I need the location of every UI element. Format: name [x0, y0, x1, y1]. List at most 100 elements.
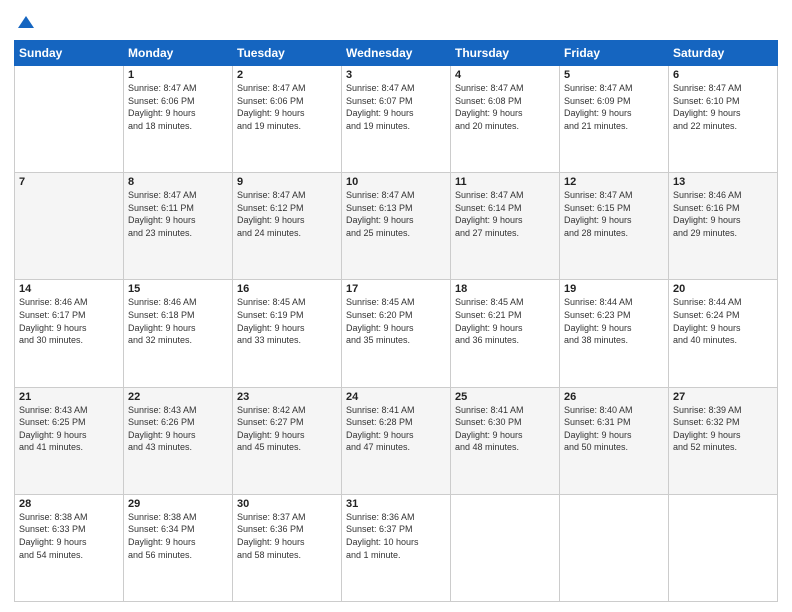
calendar-cell: 2Sunrise: 8:47 AMSunset: 6:06 PMDaylight… — [233, 66, 342, 173]
calendar-cell — [15, 66, 124, 173]
calendar-cell: 27Sunrise: 8:39 AMSunset: 6:32 PMDayligh… — [669, 387, 778, 494]
day-number: 8 — [128, 176, 228, 188]
day-info: Sunrise: 8:39 AMSunset: 6:32 PMDaylight:… — [673, 404, 773, 454]
day-number: 27 — [673, 391, 773, 403]
day-number: 12 — [564, 176, 664, 188]
calendar-cell: 21Sunrise: 8:43 AMSunset: 6:25 PMDayligh… — [15, 387, 124, 494]
day-number: 14 — [19, 283, 119, 295]
logo — [14, 14, 36, 34]
day-info: Sunrise: 8:43 AMSunset: 6:26 PMDaylight:… — [128, 404, 228, 454]
day-number: 23 — [237, 391, 337, 403]
day-info: Sunrise: 8:46 AMSunset: 6:18 PMDaylight:… — [128, 296, 228, 346]
calendar-cell: 10Sunrise: 8:47 AMSunset: 6:13 PMDayligh… — [342, 173, 451, 280]
day-number: 2 — [237, 69, 337, 81]
day-number: 11 — [455, 176, 555, 188]
day-info: Sunrise: 8:47 AMSunset: 6:11 PMDaylight:… — [128, 189, 228, 239]
calendar-cell: 19Sunrise: 8:44 AMSunset: 6:23 PMDayligh… — [560, 280, 669, 387]
calendar-cell — [560, 494, 669, 601]
day-number: 10 — [346, 176, 446, 188]
calendar-cell — [451, 494, 560, 601]
day-info: Sunrise: 8:47 AMSunset: 6:14 PMDaylight:… — [455, 189, 555, 239]
day-info: Sunrise: 8:47 AMSunset: 6:10 PMDaylight:… — [673, 82, 773, 132]
day-number: 29 — [128, 498, 228, 510]
day-number: 20 — [673, 283, 773, 295]
calendar-cell: 17Sunrise: 8:45 AMSunset: 6:20 PMDayligh… — [342, 280, 451, 387]
day-info: Sunrise: 8:45 AMSunset: 6:21 PMDaylight:… — [455, 296, 555, 346]
calendar-cell: 30Sunrise: 8:37 AMSunset: 6:36 PMDayligh… — [233, 494, 342, 601]
calendar-cell: 6Sunrise: 8:47 AMSunset: 6:10 PMDaylight… — [669, 66, 778, 173]
calendar-cell: 22Sunrise: 8:43 AMSunset: 6:26 PMDayligh… — [124, 387, 233, 494]
day-number: 22 — [128, 391, 228, 403]
calendar-cell: 3Sunrise: 8:47 AMSunset: 6:07 PMDaylight… — [342, 66, 451, 173]
header-saturday: Saturday — [669, 41, 778, 66]
day-info: Sunrise: 8:42 AMSunset: 6:27 PMDaylight:… — [237, 404, 337, 454]
calendar-week-row: 21Sunrise: 8:43 AMSunset: 6:25 PMDayligh… — [15, 387, 778, 494]
day-number: 26 — [564, 391, 664, 403]
day-info: Sunrise: 8:38 AMSunset: 6:33 PMDaylight:… — [19, 511, 119, 561]
day-number: 21 — [19, 391, 119, 403]
calendar-cell: 25Sunrise: 8:41 AMSunset: 6:30 PMDayligh… — [451, 387, 560, 494]
header-monday: Monday — [124, 41, 233, 66]
calendar-cell: 1Sunrise: 8:47 AMSunset: 6:06 PMDaylight… — [124, 66, 233, 173]
day-number: 30 — [237, 498, 337, 510]
day-number: 5 — [564, 69, 664, 81]
day-number: 19 — [564, 283, 664, 295]
day-number: 15 — [128, 283, 228, 295]
day-info: Sunrise: 8:36 AMSunset: 6:37 PMDaylight:… — [346, 511, 446, 561]
calendar-cell: 31Sunrise: 8:36 AMSunset: 6:37 PMDayligh… — [342, 494, 451, 601]
day-info: Sunrise: 8:47 AMSunset: 6:07 PMDaylight:… — [346, 82, 446, 132]
day-info: Sunrise: 8:44 AMSunset: 6:24 PMDaylight:… — [673, 296, 773, 346]
calendar-table: SundayMondayTuesdayWednesdayThursdayFrid… — [14, 40, 778, 602]
day-info: Sunrise: 8:37 AMSunset: 6:36 PMDaylight:… — [237, 511, 337, 561]
day-info: Sunrise: 8:40 AMSunset: 6:31 PMDaylight:… — [564, 404, 664, 454]
day-number: 28 — [19, 498, 119, 510]
calendar-cell: 5Sunrise: 8:47 AMSunset: 6:09 PMDaylight… — [560, 66, 669, 173]
calendar-cell: 18Sunrise: 8:45 AMSunset: 6:21 PMDayligh… — [451, 280, 560, 387]
day-info: Sunrise: 8:43 AMSunset: 6:25 PMDaylight:… — [19, 404, 119, 454]
calendar-cell: 23Sunrise: 8:42 AMSunset: 6:27 PMDayligh… — [233, 387, 342, 494]
calendar-cell: 26Sunrise: 8:40 AMSunset: 6:31 PMDayligh… — [560, 387, 669, 494]
day-number: 17 — [346, 283, 446, 295]
calendar-cell: 4Sunrise: 8:47 AMSunset: 6:08 PMDaylight… — [451, 66, 560, 173]
day-number: 4 — [455, 69, 555, 81]
day-info: Sunrise: 8:45 AMSunset: 6:20 PMDaylight:… — [346, 296, 446, 346]
calendar-cell: 13Sunrise: 8:46 AMSunset: 6:16 PMDayligh… — [669, 173, 778, 280]
day-info: Sunrise: 8:41 AMSunset: 6:28 PMDaylight:… — [346, 404, 446, 454]
calendar-cell: 24Sunrise: 8:41 AMSunset: 6:28 PMDayligh… — [342, 387, 451, 494]
calendar-cell: 29Sunrise: 8:38 AMSunset: 6:34 PMDayligh… — [124, 494, 233, 601]
header-thursday: Thursday — [451, 41, 560, 66]
day-number: 9 — [237, 176, 337, 188]
calendar-cell: 14Sunrise: 8:46 AMSunset: 6:17 PMDayligh… — [15, 280, 124, 387]
calendar-cell: 8Sunrise: 8:47 AMSunset: 6:11 PMDaylight… — [124, 173, 233, 280]
day-info: Sunrise: 8:46 AMSunset: 6:17 PMDaylight:… — [19, 296, 119, 346]
calendar-week-row: 14Sunrise: 8:46 AMSunset: 6:17 PMDayligh… — [15, 280, 778, 387]
calendar-cell: 7 — [15, 173, 124, 280]
day-info: Sunrise: 8:47 AMSunset: 6:12 PMDaylight:… — [237, 189, 337, 239]
day-info: Sunrise: 8:47 AMSunset: 6:09 PMDaylight:… — [564, 82, 664, 132]
calendar-cell: 20Sunrise: 8:44 AMSunset: 6:24 PMDayligh… — [669, 280, 778, 387]
page: SundayMondayTuesdayWednesdayThursdayFrid… — [0, 0, 792, 612]
header-sunday: Sunday — [15, 41, 124, 66]
day-info: Sunrise: 8:46 AMSunset: 6:16 PMDaylight:… — [673, 189, 773, 239]
day-number: 13 — [673, 176, 773, 188]
calendar-cell: 28Sunrise: 8:38 AMSunset: 6:33 PMDayligh… — [15, 494, 124, 601]
day-info: Sunrise: 8:47 AMSunset: 6:06 PMDaylight:… — [128, 82, 228, 132]
day-number: 18 — [455, 283, 555, 295]
day-number: 7 — [19, 176, 119, 188]
calendar-cell: 9Sunrise: 8:47 AMSunset: 6:12 PMDaylight… — [233, 173, 342, 280]
day-info: Sunrise: 8:41 AMSunset: 6:30 PMDaylight:… — [455, 404, 555, 454]
day-number: 3 — [346, 69, 446, 81]
calendar-cell — [669, 494, 778, 601]
header-wednesday: Wednesday — [342, 41, 451, 66]
header-friday: Friday — [560, 41, 669, 66]
calendar-cell: 12Sunrise: 8:47 AMSunset: 6:15 PMDayligh… — [560, 173, 669, 280]
day-number: 24 — [346, 391, 446, 403]
day-info: Sunrise: 8:47 AMSunset: 6:15 PMDaylight:… — [564, 189, 664, 239]
calendar-cell: 15Sunrise: 8:46 AMSunset: 6:18 PMDayligh… — [124, 280, 233, 387]
header — [14, 10, 778, 34]
day-number: 25 — [455, 391, 555, 403]
day-number: 1 — [128, 69, 228, 81]
calendar-header-row: SundayMondayTuesdayWednesdayThursdayFrid… — [15, 41, 778, 66]
day-info: Sunrise: 8:44 AMSunset: 6:23 PMDaylight:… — [564, 296, 664, 346]
calendar-week-row: 1Sunrise: 8:47 AMSunset: 6:06 PMDaylight… — [15, 66, 778, 173]
